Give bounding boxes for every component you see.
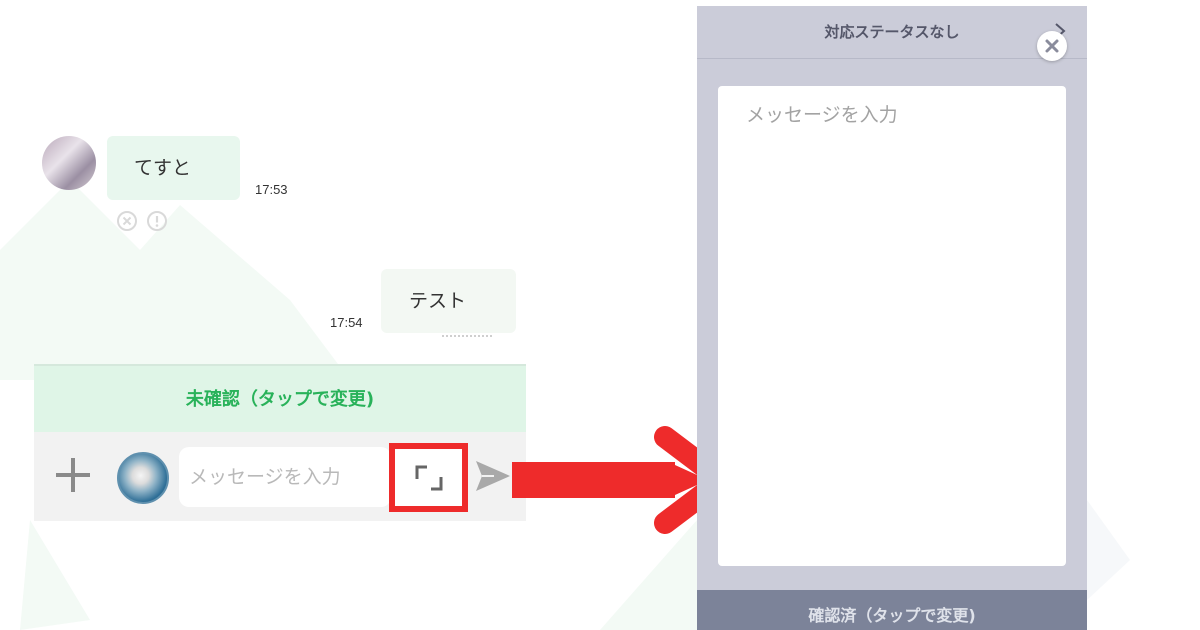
message-input-bar [34, 432, 526, 521]
user-avatar[interactable] [117, 452, 169, 504]
alert-icon[interactable] [146, 210, 168, 232]
message-actions [116, 210, 168, 232]
status-toggle-confirmed[interactable]: 確認済（タップで変更) [697, 590, 1087, 630]
sender-avatar[interactable] [42, 136, 96, 190]
read-indicator [442, 335, 492, 338]
outgoing-bubble: テスト [381, 269, 516, 333]
incoming-timestamp: 17:53 [255, 182, 288, 197]
panel-status-title: 対応ステータスなし [824, 23, 960, 41]
send-icon[interactable] [474, 459, 512, 493]
panel-status-header[interactable]: 対応ステータスなし [697, 6, 1087, 59]
close-button[interactable] [1037, 31, 1067, 61]
message-input[interactable] [179, 447, 391, 507]
panel-message-textarea[interactable] [718, 86, 1066, 566]
expand-icon [415, 465, 443, 491]
cancel-icon[interactable] [116, 210, 138, 232]
expand-button[interactable] [389, 443, 468, 512]
close-icon [1045, 39, 1059, 53]
expanded-message-panel: 対応ステータスなし 確認済（タップで変更) [697, 6, 1087, 630]
incoming-bubble: てすと [107, 136, 240, 200]
status-toggle-unconfirmed[interactable]: 未確認（タップで変更) [34, 364, 526, 432]
plus-icon[interactable] [52, 454, 94, 496]
outgoing-timestamp: 17:54 [330, 315, 363, 330]
